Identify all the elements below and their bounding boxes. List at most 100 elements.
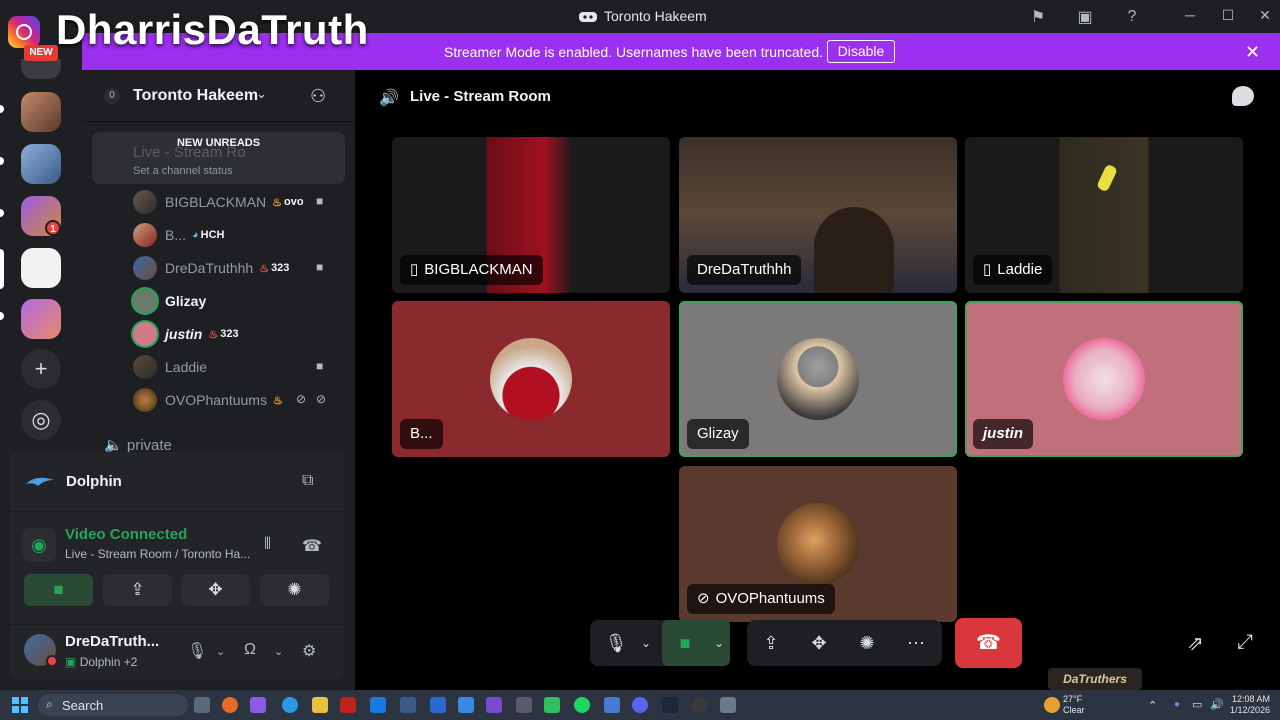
close-banner-icon[interactable]: ✕: [1245, 42, 1260, 63]
chat-bubble-icon[interactable]: [1232, 86, 1254, 106]
tile-label: DreDaTruthhh: [687, 255, 802, 285]
app-icon[interactable]: [340, 697, 356, 713]
chevron-down-icon[interactable]: ⌄: [216, 645, 225, 658]
obs-icon[interactable]: [692, 697, 708, 713]
invite-people-icon[interactable]: ⚇: [310, 86, 326, 107]
spotify-icon[interactable]: [574, 697, 590, 713]
fullscreen-icon[interactable]: ⤢: [1237, 631, 1253, 654]
app-icon[interactable]: [486, 697, 502, 713]
member-row[interactable]: Glizay: [133, 288, 206, 314]
activities-icon[interactable]: ✥: [799, 620, 839, 666]
weather-moon-icon[interactable]: [1044, 697, 1060, 713]
soundboard-icon[interactable]: ✺: [847, 620, 887, 666]
new-unreads-pill[interactable]: Live - Stream Ro NEW UNREADS Set a chann…: [92, 132, 345, 184]
chevron-down-icon[interactable]: ⌄: [626, 620, 666, 666]
minimize-button[interactable]: ─: [1181, 7, 1199, 25]
tray-overflow-icon[interactable]: ⌃: [1148, 699, 1157, 712]
file-explorer-icon[interactable]: [312, 697, 328, 713]
leave-call-button[interactable]: ☎: [955, 618, 1022, 668]
avatar: [777, 503, 859, 585]
microphone-icon[interactable]: 🎙: [187, 641, 207, 661]
screen-share-alert-icon[interactable]: ▣: [1074, 6, 1096, 28]
volume-icon[interactable]: 🔊: [1210, 698, 1224, 711]
member-row[interactable]: BIGBLACKMAN ♨ ovo: [133, 189, 304, 215]
clock-date[interactable]: 1/12/2026: [1228, 705, 1270, 715]
member-row[interactable]: DreDaTruthhh ♨ 323: [133, 255, 289, 281]
taskbar-search[interactable]: ⌕ Search: [38, 694, 188, 716]
chevron-down-icon[interactable]: ⌄: [274, 645, 283, 658]
channel-status-prompt[interactable]: Set a channel status: [133, 165, 233, 177]
voice-status[interactable]: Video Connected: [65, 526, 187, 543]
pop-out-icon[interactable]: ⇗: [1187, 631, 1204, 656]
voice-location[interactable]: Live - Stream Room / Toronto Ha...: [65, 547, 250, 561]
member-name: Glizay: [165, 293, 207, 309]
user-name[interactable]: DreDaTruth...: [65, 633, 159, 650]
disable-streamer-mode-button[interactable]: Disable: [827, 40, 895, 63]
task-view-icon[interactable]: [194, 697, 210, 713]
stream-game-icon[interactable]: ⧉: [302, 472, 313, 490]
video-tile[interactable]: ▯ BIGBLACKMAN: [392, 137, 670, 293]
app-icon[interactable]: [544, 697, 560, 713]
server-icon-2[interactable]: [21, 144, 61, 184]
app-icon[interactable]: [516, 697, 532, 713]
signal-icon[interactable]: ◉: [22, 528, 56, 562]
chevron-down-icon[interactable]: ⌄: [708, 620, 730, 666]
app-icon[interactable]: [604, 697, 620, 713]
camera-icon[interactable]: ■: [662, 620, 708, 666]
member-badge: ♨ ovo: [272, 196, 304, 209]
help-icon[interactable]: ?: [1121, 6, 1143, 28]
more-options-icon[interactable]: ⋯: [896, 620, 936, 666]
share-screen-button[interactable]: ⇪: [103, 574, 172, 606]
discord-icon[interactable]: [632, 697, 648, 713]
member-row[interactable]: OVOPhantuums ♨: [133, 387, 283, 413]
server-icon-5[interactable]: [21, 299, 61, 339]
headphones-icon[interactable]: Ω: [244, 641, 256, 659]
server-icon-phantoms[interactable]: [21, 248, 61, 288]
tray-app-icon[interactable]: ●: [1174, 699, 1180, 710]
avatar-tile[interactable]: ⊘ OVOPhantuums: [679, 466, 957, 622]
tile-label: ▯ BIGBLACKMAN: [400, 255, 543, 285]
app-icon[interactable]: [430, 697, 446, 713]
outlook-icon[interactable]: [370, 697, 386, 713]
settings-icon[interactable]: [720, 697, 736, 713]
flag-icon[interactable]: ⚑: [1027, 6, 1049, 28]
copilot-icon[interactable]: [250, 697, 266, 713]
audio-video-controls: 🎙 ⌄ ■ ⌄: [590, 620, 730, 666]
app-icon[interactable]: [400, 697, 416, 713]
steam-icon[interactable]: [662, 697, 678, 713]
add-server-icon[interactable]: +: [21, 349, 61, 389]
avatar-tile[interactable]: Glizay: [679, 301, 957, 457]
explore-servers-icon[interactable]: ◎: [21, 400, 61, 440]
activity-controls: ⇪ ✥ ✺ ⋯: [747, 620, 942, 666]
member-row[interactable]: justin ♨ 323: [133, 321, 239, 347]
server-icon-1[interactable]: [21, 92, 61, 132]
member-badge: ◕ HCH: [192, 229, 225, 241]
disconnect-icon[interactable]: ☎: [302, 536, 322, 556]
windows-start-icon[interactable]: [12, 697, 28, 713]
light-glow: [1096, 163, 1118, 193]
avatar-tile[interactable]: B...: [392, 301, 670, 457]
server-icon-top[interactable]: [21, 59, 61, 79]
network-icon[interactable]: ▭: [1192, 698, 1202, 711]
video-tile[interactable]: DreDaTruthhh: [679, 137, 957, 293]
app-icon[interactable]: [458, 697, 474, 713]
edge-icon[interactable]: [282, 697, 298, 713]
maximize-button[interactable]: ☐: [1219, 7, 1237, 25]
member-row[interactable]: Laddie: [133, 354, 207, 380]
member-name: DreDaTruthhh: [165, 260, 254, 276]
firefox-icon[interactable]: [222, 697, 238, 713]
share-screen-icon[interactable]: ⇪: [751, 620, 791, 666]
settings-gear-icon[interactable]: ⚙: [302, 641, 316, 661]
soundboard-button[interactable]: ✺: [260, 574, 329, 606]
close-window-button[interactable]: ✕: [1256, 7, 1274, 25]
mobile-icon: ▯: [983, 261, 992, 278]
member-row[interactable]: B... ◕ HCH: [133, 222, 225, 248]
server-header[interactable]: 0 Toronto Hakeem ⌄ ⚇: [82, 70, 355, 122]
activities-button[interactable]: ✥: [181, 574, 250, 606]
noise-suppression-icon[interactable]: ⦀: [264, 536, 271, 554]
camera-icon: ■: [316, 260, 324, 274]
video-tile[interactable]: ▯ Laddie: [965, 137, 1243, 293]
video-toggle-button[interactable]: ■: [24, 574, 93, 606]
clock-time[interactable]: 12:08 AM: [1228, 694, 1270, 704]
avatar-tile[interactable]: justin: [965, 301, 1243, 457]
